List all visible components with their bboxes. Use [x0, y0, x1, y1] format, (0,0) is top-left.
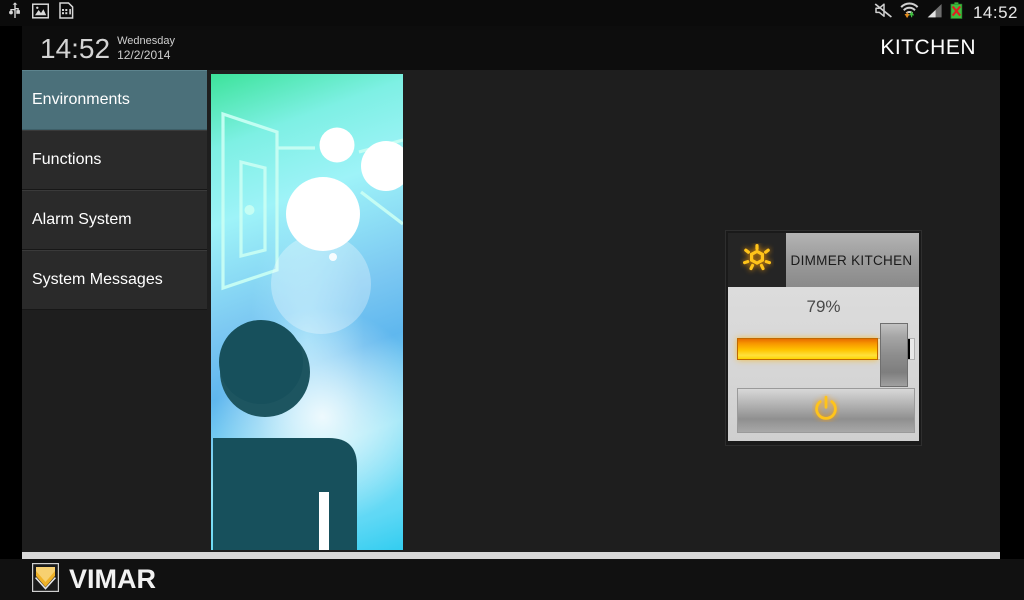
signal-icon: [926, 3, 943, 24]
app-header: 14:52 Wednesday 12/2/2014 KITCHEN: [22, 26, 1000, 70]
slider-thumb[interactable]: [880, 323, 908, 387]
environment-illustration: [211, 74, 403, 550]
power-button[interactable]: [737, 388, 915, 433]
sidebar-item-system-messages[interactable]: System Messages: [22, 250, 207, 310]
header-time: 14:52: [40, 33, 111, 64]
dimmer-widget[interactable]: DIMMER KITCHEN 79%: [725, 230, 922, 446]
vimar-shield-icon: [31, 562, 60, 597]
sidebar-item-label: Alarm System: [32, 211, 132, 228]
android-status-bar: 14:52: [0, 0, 1024, 26]
battery-error-icon: [950, 2, 963, 24]
dimmer-value-label: 79%: [806, 297, 841, 316]
usb-icon: [8, 1, 22, 25]
sidebar-item-functions[interactable]: Functions: [22, 130, 207, 190]
mute-icon: [874, 2, 893, 24]
footer-separator: [22, 552, 1000, 559]
content-panel: DIMMER KITCHEN 79%: [403, 70, 1000, 552]
sidebar-item-alarm-system[interactable]: Alarm System: [22, 190, 207, 250]
slider-fill: [737, 338, 878, 360]
device-screen: 14:52 14:52 Wednesday 12/2/2014 KITCHEN …: [0, 0, 1024, 600]
status-bar-right-icons: 14:52: [874, 0, 1018, 26]
sidebar-item-environments[interactable]: Environments: [22, 70, 207, 130]
dimmer-widget-titlebar: DIMMER KITCHEN: [728, 233, 919, 287]
status-bar-clock: 14:52: [972, 3, 1018, 22]
sidebar-menu: Environments Functions Alarm System Syst…: [22, 70, 207, 310]
image-icon: [31, 2, 50, 24]
dimmer-widget-body: 79%: [728, 287, 919, 441]
vimar-logo: VIMAR: [31, 562, 156, 597]
sim-card-icon: [59, 2, 74, 24]
dimmer-widget-title: DIMMER KITCHEN: [790, 252, 913, 268]
status-bar-left-icons: [8, 1, 74, 25]
app-footer: VIMAR: [0, 559, 1024, 600]
dimmer-slider[interactable]: [737, 323, 915, 387]
power-icon: [812, 394, 840, 427]
wifi-icon: [900, 2, 919, 24]
sidebar-item-label: Environments: [32, 91, 130, 108]
header-weekday: Wednesday: [117, 35, 175, 47]
sidebar-item-label: Functions: [32, 151, 102, 168]
header-clock: 14:52 Wednesday 12/2/2014: [40, 32, 175, 64]
header-date: 12/2/2014: [117, 48, 171, 62]
sidebar-item-label: System Messages: [32, 271, 163, 288]
vimar-wordmark: VIMAR: [69, 564, 156, 594]
app-body: Environments Functions Alarm System Syst…: [22, 70, 1000, 552]
page-title: KITCHEN: [880, 36, 976, 59]
header-date-block: Wednesday 12/2/2014: [117, 34, 175, 62]
brightness-sun-icon: [728, 233, 786, 287]
